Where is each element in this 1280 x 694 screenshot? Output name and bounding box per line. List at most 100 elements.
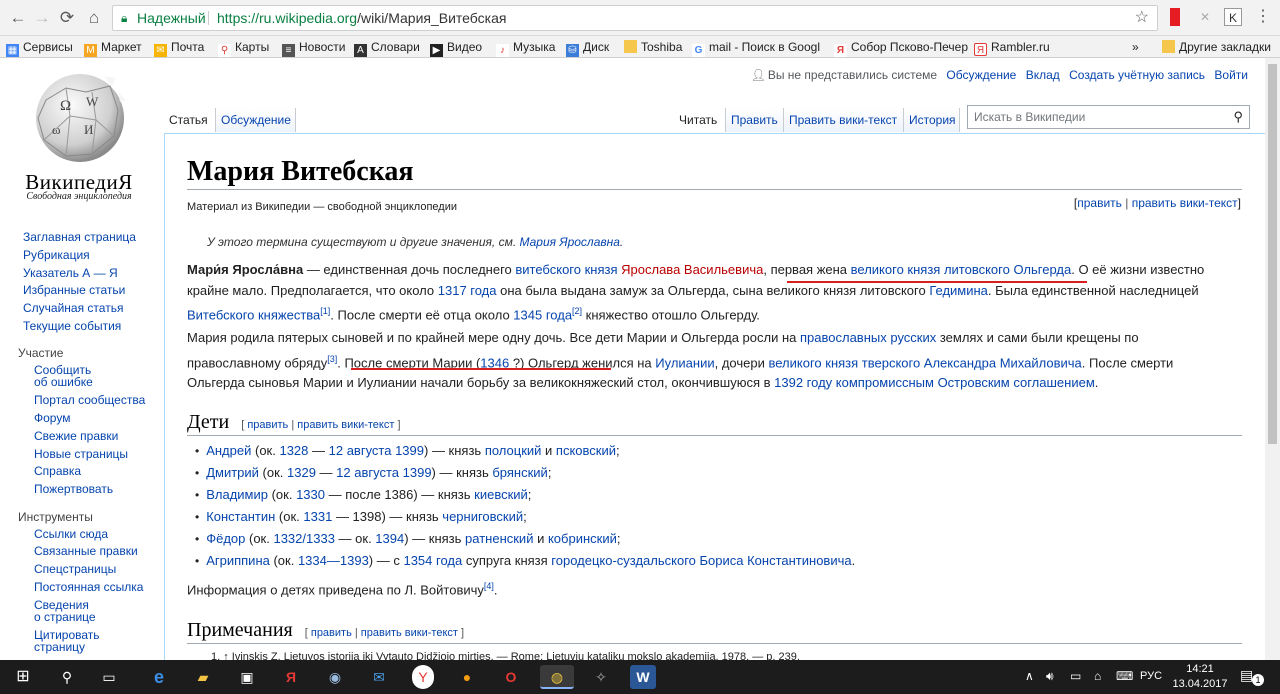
child-link-l1[interactable]: брянский [492,465,547,480]
hatnote-link[interactable]: Мария Ярославна [520,235,620,249]
battery-icon[interactable]: ▭ [1070,669,1081,683]
bookmark-star-icon[interactable]: ☆ [1135,6,1149,30]
file-explorer-icon[interactable]: ▰ [190,665,216,689]
sidebar-item-page-info-2[interactable]: о странице [34,611,96,623]
bookmark-news[interactable]: ≡ Новости [282,39,345,57]
tab-edit[interactable]: Править [726,108,784,132]
sidebar-item-featured[interactable]: Избранные статьи [23,283,125,297]
tab-read[interactable]: Читать [674,108,726,132]
extension-k-icon[interactable]: K [1224,8,1242,26]
link-orthodox[interactable]: православных [800,330,887,345]
link-1345[interactable]: 1345 года [513,307,572,322]
sidebar-item-current-events[interactable]: Текущие события [23,319,121,333]
sidebar-item-help[interactable]: Справка [34,465,81,477]
child-link-l1[interactable]: ратненский [465,531,533,546]
child-link-y1[interactable]: 1329 [287,465,316,480]
child-link-l2[interactable]: псковский [556,443,616,458]
child-link-y2[interactable]: 12 августа 1399 [329,443,424,458]
link-1317[interactable]: 1317 года [438,283,497,298]
bookmark-music[interactable]: ♪ Музыка [496,39,555,57]
child-link-name[interactable]: Дмитрий [206,465,259,480]
clock-date[interactable]: 13.04.2017 [1170,678,1230,690]
windows-start-icon[interactable]: ⊞ [10,665,36,689]
bookmark-apps[interactable]: ▦ Сервисы [6,39,73,57]
bookmark-disk[interactable]: ⛁ Диск [566,39,609,57]
sidebar-item-community[interactable]: Портал сообщества [34,394,145,406]
link-vitebsk-prince[interactable]: витебского князя [515,262,617,277]
sidebar-item-cite-2[interactable]: страницу [34,641,85,653]
store-icon[interactable]: ▣ [234,665,260,689]
child-link-y2[interactable]: 1394 [375,531,404,546]
more-bookmarks[interactable]: » [1132,39,1139,55]
tab-article[interactable]: Статья [164,108,216,132]
edit-source-link[interactable]: править вики-текст [1132,196,1238,210]
tab-talk[interactable]: Обсуждение [216,108,296,132]
extension-flag-icon[interactable] [1170,8,1180,26]
sidebar-item-main[interactable]: Заглавная страница [23,230,136,244]
language-indicator[interactable]: РУС [1140,670,1162,682]
yandex-browser-icon[interactable]: Я [278,665,304,689]
network-icon[interactable]: ⌂ [1094,669,1101,683]
link-olgerd[interactable]: великого князя литовского Ольгерда [851,262,1072,277]
chrome-icon[interactable]: ◍ [540,665,574,689]
sidebar-item-random[interactable]: Случайная статья [23,301,123,315]
ref-3[interactable]: [3] [327,354,337,364]
bookmark-sobor[interactable]: Я Собор Псково-Печер [834,39,968,57]
sidebar-item-special-pages[interactable]: Спецстраницы [34,563,116,575]
sidebar-item-new-pages[interactable]: Новые страницы [34,448,128,460]
app-icon[interactable]: ◉ [322,665,348,689]
page-scrollbar[interactable] [1265,58,1280,663]
bookmark-maps[interactable]: ⚲ Карты [218,39,269,57]
word-icon[interactable]: W [630,665,656,689]
bookmark-toshiba[interactable]: Toshiba [624,39,682,55]
search-input[interactable]: Искать в Википедии ⚲ [967,105,1250,129]
child-link-name[interactable]: Владимир [206,487,268,502]
tab-edit-source[interactable]: Править вики-текст [784,108,904,132]
edit-link[interactable]: править [1077,196,1122,210]
child-link-l1[interactable]: киевский [474,487,528,502]
address-bar[interactable]: 🔒︎ Надежный https://ru.wikipedia.org/wik… [112,5,1158,31]
app-bird-icon[interactable]: ✧ [588,665,614,689]
sidebar-item-recent-changes[interactable]: Свежие правки [34,430,118,442]
child-link-l1[interactable]: 1354 года [403,553,462,568]
link-russian[interactable]: русских [890,330,936,345]
child-link-name[interactable]: Агриппина [206,553,270,568]
ref-1[interactable]: [1] [320,306,330,316]
keyboard-icon[interactable]: ⌨ [1116,669,1133,683]
app-orange-icon[interactable]: ● [454,665,480,689]
menu-icon[interactable]: ⋮ [1254,8,1272,26]
sidebar-item-donate[interactable]: Пожертвовать [34,483,113,495]
child-link-name[interactable]: Фёдор [206,531,245,546]
personal-talk-link[interactable]: Обсуждение [946,68,1016,82]
ref-4[interactable]: [4] [484,581,494,591]
link-gediminas[interactable]: Гедимина [929,283,988,298]
child-link-y1[interactable]: 1332/1333 [273,531,334,546]
section-edit-source-link[interactable]: править вики-текст [361,627,458,639]
sidebar-item-whatlinkshere[interactable]: Ссылки сюда [34,528,108,540]
personal-contrib-link[interactable]: Вклад [1026,68,1060,82]
bookmark-video[interactable]: ▶ Видео [430,39,482,57]
task-view-icon[interactable]: ▭ [96,665,122,689]
child-link-l1[interactable]: полоцкий [485,443,542,458]
link-alexander-tver[interactable]: великого князя тверского Александра Миха… [768,355,1081,370]
tab-history[interactable]: История [904,108,960,132]
child-link-y2[interactable]: 12 августа 1399 [336,465,431,480]
child-link-l2[interactable]: кобринский [548,531,617,546]
bookmark-google[interactable]: Gmail - Поиск в Googl [692,39,820,57]
sidebar-item-index[interactable]: Указатель А — Я [23,266,118,280]
back-icon[interactable]: ← [6,6,30,30]
child-link-l2[interactable]: городецко-суздальского Бориса Константин… [551,553,851,568]
child-link-y1[interactable]: 1331 [303,509,332,524]
other-bookmarks[interactable]: Другие закладки [1162,39,1271,55]
reload-icon[interactable]: ⟳ [55,6,79,30]
search-icon[interactable]: ⚲ [54,665,80,689]
section-edit-link[interactable]: править [247,419,288,431]
yandex-icon[interactable]: Y [412,665,434,689]
sidebar-item-permalink[interactable]: Постоянная ссылка [34,581,143,593]
url-text[interactable]: https://ru.wikipedia.org/wiki/Мария_Вите… [217,6,506,30]
home-icon[interactable]: ⌂ [82,6,106,30]
link-vitebsk-principality[interactable]: Витебского княжества [187,307,320,322]
link-1392[interactable]: 1392 году [774,375,832,390]
link-iuliania[interactable]: Иулиании [655,355,714,370]
child-link-y1[interactable]: 1328 [279,443,308,458]
